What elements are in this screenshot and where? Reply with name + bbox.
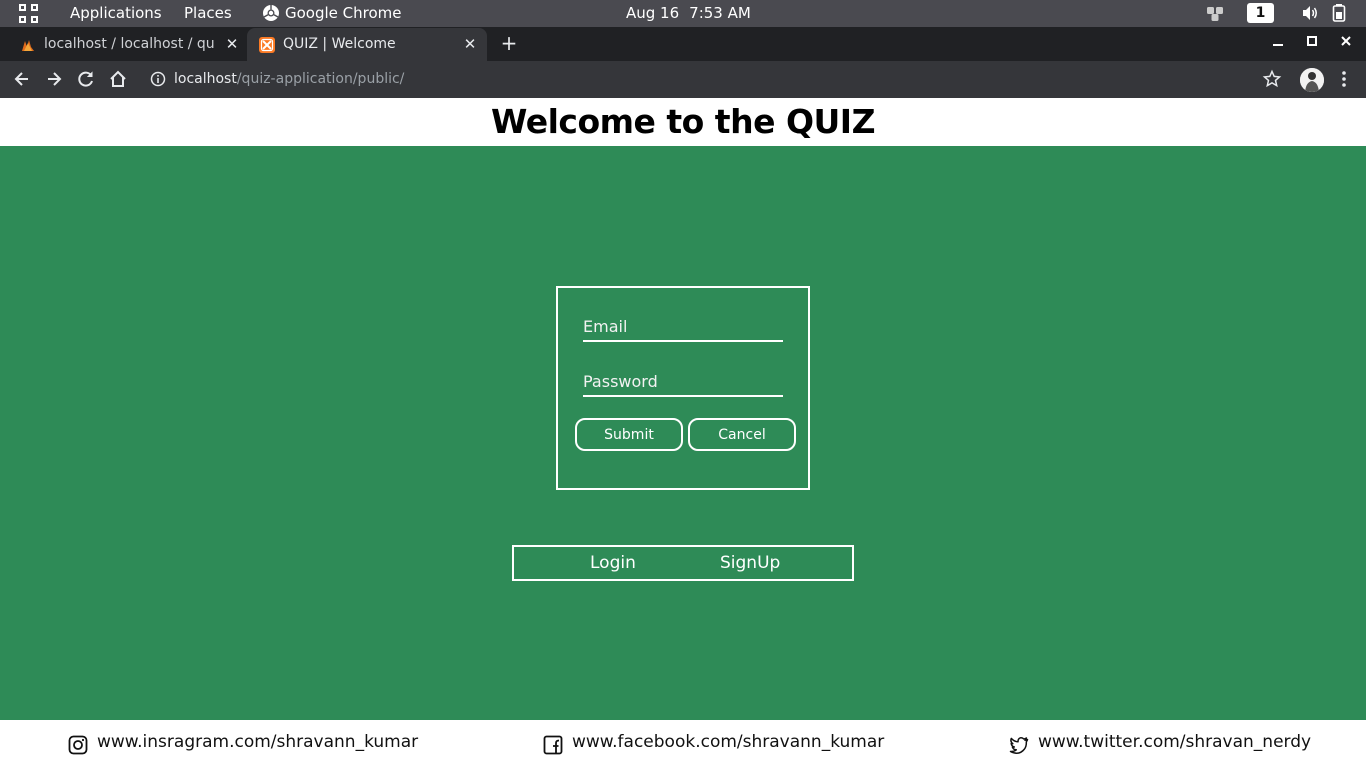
phpmyadmin-icon xyxy=(22,40,34,51)
back-icon[interactable] xyxy=(12,69,32,89)
profile-avatar[interactable] xyxy=(1300,68,1324,92)
applications-menu[interactable]: Applications xyxy=(70,4,162,22)
tab-signup[interactable]: SignUp xyxy=(720,553,780,573)
clock-date: Aug 16 xyxy=(626,4,680,22)
cancel-button[interactable]: Cancel xyxy=(688,418,796,451)
page-header: Welcome to the QUIZ xyxy=(0,98,1366,146)
tab-login[interactable]: Login xyxy=(590,553,636,573)
close-tab-icon[interactable]: ✕ xyxy=(223,35,241,53)
tab-title: QUIZ | Welcome xyxy=(283,36,396,52)
clock[interactable]: Aug 16 7:53 AM xyxy=(626,4,751,22)
twitter-icon xyxy=(1009,737,1029,755)
facebook-link-text: www.facebook.com/shravann_kumar xyxy=(572,732,885,752)
submit-button[interactable]: Submit xyxy=(575,418,683,451)
close-icon xyxy=(1341,36,1351,46)
browser-tab-quiz[interactable]: QUIZ | Welcome ✕ xyxy=(247,28,487,61)
profile-picture-icon xyxy=(1300,68,1324,92)
minimize-icon xyxy=(1273,44,1283,46)
volume-icon[interactable] xyxy=(1301,4,1319,22)
system-top-bar: Applications Places Google Chrome Aug 16… xyxy=(0,0,1366,27)
twitter-link-text: www.twitter.com/shravan_nerdy xyxy=(1038,732,1312,752)
active-app-menu[interactable]: Google Chrome xyxy=(285,4,402,22)
page-footer: www.insragram.com/shravann_kumar www.fac… xyxy=(0,720,1366,768)
places-menu[interactable]: Places xyxy=(184,4,232,22)
workspace-indicator[interactable]: 1 xyxy=(1247,3,1274,23)
new-tab-button[interactable]: + xyxy=(499,33,519,53)
maximize-button[interactable] xyxy=(1302,33,1322,53)
forward-icon[interactable] xyxy=(44,69,64,89)
reload-icon[interactable] xyxy=(76,69,96,89)
instagram-link-text: www.insragram.com/shravann_kumar xyxy=(97,732,419,752)
url-host: localhost xyxy=(174,71,237,87)
xampp-icon xyxy=(259,37,275,53)
instagram-icon xyxy=(68,735,88,755)
close-tab-icon[interactable]: ✕ xyxy=(461,35,479,53)
minimize-button[interactable] xyxy=(1268,33,1288,53)
network-icon[interactable] xyxy=(1206,4,1224,22)
site-info-icon[interactable] xyxy=(150,71,166,87)
facebook-icon xyxy=(543,735,563,755)
url-text[interactable]: localhost/quiz-application/public/ xyxy=(174,71,404,87)
main-content: Submit Cancel Login SignUp xyxy=(0,146,1366,720)
more-options-icon[interactable] xyxy=(1336,69,1352,89)
tab-strip: localhost / localhost / quiz ✕ QUIZ | We… xyxy=(0,27,1366,61)
page-title: Welcome to the QUIZ xyxy=(490,102,876,141)
password-field[interactable] xyxy=(583,367,783,397)
email-field[interactable] xyxy=(583,312,783,342)
close-window-button[interactable] xyxy=(1336,33,1356,53)
address-bar[interactable]: localhost/quiz-application/public/ xyxy=(140,64,1295,95)
battery-icon[interactable] xyxy=(1332,4,1346,22)
browser-toolbar: localhost/quiz-application/public/ xyxy=(0,61,1366,98)
home-icon[interactable] xyxy=(108,69,128,89)
chrome-icon xyxy=(263,5,279,21)
app-grid-icon[interactable] xyxy=(18,3,40,25)
maximize-icon xyxy=(1307,36,1317,46)
url-path: /quiz-application/public/ xyxy=(236,71,405,87)
bookmark-star-icon[interactable] xyxy=(1262,69,1282,89)
login-form: Submit Cancel xyxy=(556,286,810,490)
clock-time: 7:53 AM xyxy=(689,4,751,22)
browser-tab-phpmyadmin[interactable]: localhost / localhost / quiz ✕ xyxy=(0,28,246,61)
tab-title: localhost / localhost / quiz xyxy=(44,36,214,52)
auth-tabs: Login SignUp xyxy=(512,545,854,581)
